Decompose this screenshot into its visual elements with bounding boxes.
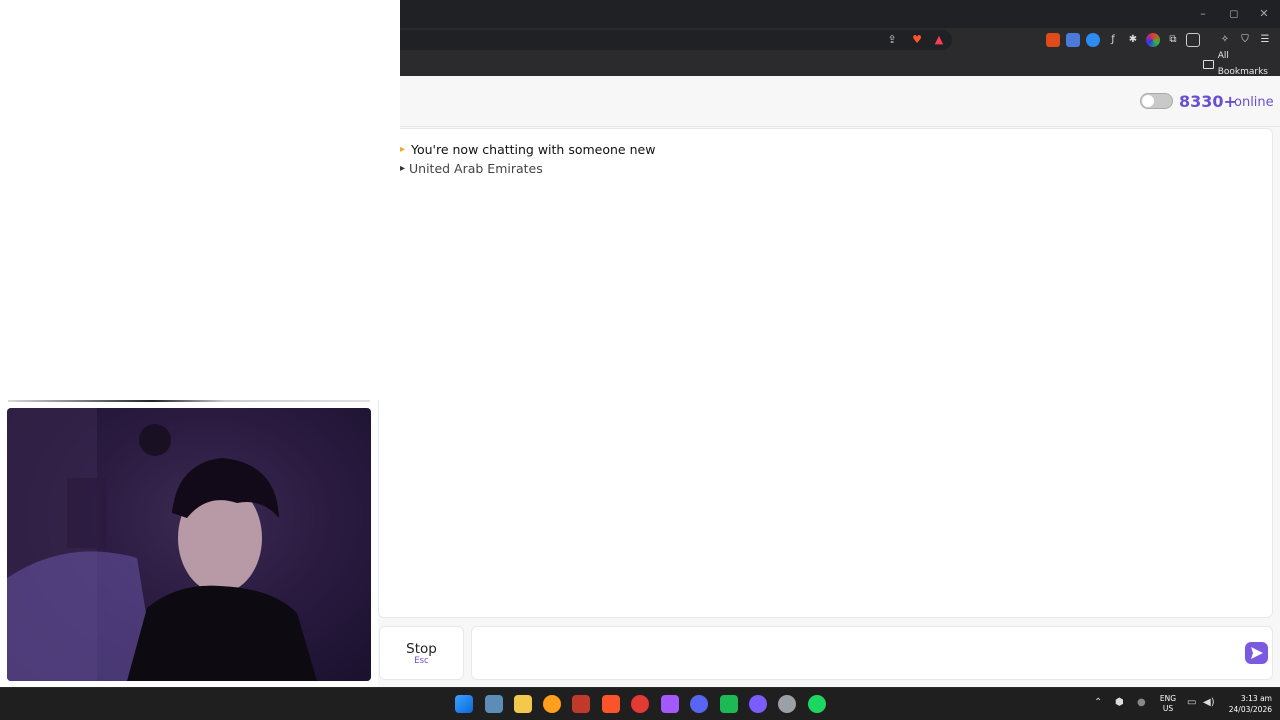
minimize-window-button[interactable]: – — [1191, 4, 1215, 24]
left-blank-area — [0, 0, 400, 400]
spotify-icon[interactable] — [808, 695, 826, 713]
leo-ai-icon[interactable]: ✧ — [1218, 33, 1232, 47]
sidebar-icon[interactable] — [1186, 33, 1200, 47]
message-input[interactable] — [471, 626, 1273, 680]
stop-button[interactable]: Stop Esc — [379, 626, 464, 680]
figma-icon[interactable] — [661, 695, 679, 713]
font-extension-icon[interactable]: ƒ — [1106, 33, 1120, 47]
brave-browser-icon[interactable] — [602, 695, 620, 713]
translate-extension-icon[interactable] — [1066, 33, 1080, 47]
network-icon[interactable]: ▭ — [1187, 697, 1196, 708]
stop-label: Stop — [406, 641, 437, 657]
clock-date: 24/03/2026 — [1228, 705, 1272, 714]
file-explorer-icon[interactable] — [514, 695, 532, 713]
online-label: online — [1234, 95, 1274, 110]
webcam-person-silhouette — [7, 408, 317, 681]
region-code: US — [1162, 704, 1174, 713]
chevron-up-icon[interactable]: ⌃ — [1094, 697, 1102, 708]
language-code: ENG — [1159, 694, 1177, 703]
all-bookmarks-label: All Bookmarks — [1217, 51, 1269, 77]
tray-app-icon[interactable]: ⬢ — [1115, 697, 1124, 708]
system-message: You're now chatting with someone new — [411, 142, 656, 157]
extension-icon[interactable]: ✱ — [1126, 33, 1140, 47]
theme-toggle[interactable] — [1140, 93, 1173, 109]
volume-icon[interactable]: ◀) — [1203, 697, 1215, 708]
start-menu-icon[interactable] — [455, 695, 473, 713]
settings-icon[interactable] — [778, 695, 796, 713]
app-icon[interactable] — [749, 695, 767, 713]
app-icon[interactable] — [631, 695, 649, 713]
maximize-window-button[interactable]: ◻ — [1222, 4, 1246, 24]
stranger-location: United Arab Emirates — [409, 161, 543, 176]
app-icon[interactable] — [720, 695, 738, 713]
share-icon[interactable]: ⇪ — [884, 33, 900, 47]
send-icon — [1251, 647, 1263, 659]
send-button[interactable] — [1245, 642, 1268, 664]
color-picker-extension-icon[interactable] — [1146, 33, 1160, 47]
brave-rewards-icon[interactable]: ▲ — [931, 33, 947, 47]
remote-video-edge — [8, 400, 370, 402]
chat-log — [378, 128, 1273, 618]
app-icon[interactable] — [572, 695, 590, 713]
webcam-video — [7, 408, 371, 681]
online-count: 8330+ — [1179, 92, 1237, 111]
clock[interactable]: 3:13 am 24/03/2026 — [1222, 693, 1272, 715]
stop-shortcut-hint: Esc — [414, 656, 429, 666]
location-bullet-icon: ▸ — [400, 163, 406, 174]
all-bookmarks-button[interactable]: All Bookmarks — [1203, 51, 1280, 77]
clock-time: 3:13 am — [1240, 694, 1272, 703]
language-indicator[interactable]: ENG US — [1156, 694, 1180, 714]
microphone-icon[interactable]: ● — [1137, 697, 1146, 708]
folder-icon — [1203, 59, 1214, 69]
extension-icon[interactable] — [1086, 33, 1100, 47]
widgets-icon[interactable] — [485, 695, 503, 713]
status-bullet-icon: ▸ — [400, 144, 406, 155]
menu-icon[interactable]: ☰ — [1258, 33, 1272, 47]
app-icon[interactable] — [543, 695, 561, 713]
close-window-button[interactable]: ✕ — [1252, 4, 1276, 24]
extensions-puzzle-icon[interactable]: ⧉ — [1166, 33, 1180, 47]
extension-icon[interactable] — [1046, 33, 1060, 47]
discord-icon[interactable] — [690, 695, 708, 713]
brave-shields-icon[interactable]: ♥ — [909, 33, 925, 47]
vpn-shield-icon[interactable]: ⛉ — [1238, 33, 1252, 47]
address-bar[interactable] — [400, 30, 952, 50]
